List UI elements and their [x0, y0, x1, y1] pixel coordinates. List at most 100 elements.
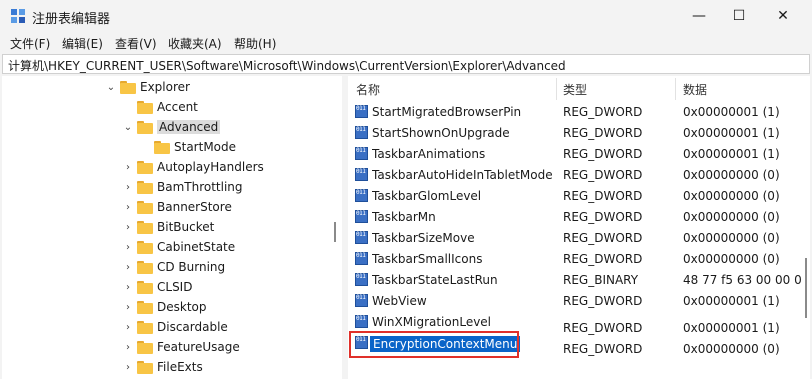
value-name: WebView	[372, 294, 427, 308]
value-type: REG_DWORD	[563, 342, 643, 356]
folder-icon	[137, 260, 153, 274]
tree-item-explorer[interactable]: ⌄ Explorer	[105, 77, 190, 97]
tree-item-bannerstore[interactable]: › BannerStore	[122, 197, 232, 217]
chevron-right-icon[interactable]: ›	[122, 262, 134, 273]
chevron-right-icon[interactable]: ›	[122, 242, 134, 253]
tree-item-label: Desktop	[157, 300, 207, 314]
value-data: 0x00000001 (1)	[683, 126, 780, 140]
chevron-right-icon[interactable]: ›	[122, 282, 134, 293]
folder-icon	[137, 180, 153, 194]
tree-scrollbar[interactable]	[331, 76, 339, 379]
table-row[interactable]: WinXMigrationLevel REG_DWORD 0x00000001 …	[348, 312, 810, 335]
column-separator[interactable]	[675, 78, 676, 100]
table-row[interactable]: TaskbarMn REG_DWORD 0x00000000 (0)	[348, 207, 810, 228]
chevron-right-icon[interactable]: ›	[122, 322, 134, 333]
value-data: 0x00000000 (0)	[683, 252, 780, 266]
tree-item-fileexts[interactable]: › FileExts	[122, 357, 203, 377]
reg-dword-icon	[355, 210, 368, 223]
tree-item-bitbucket[interactable]: › BitBucket	[122, 217, 214, 237]
tree-item-accent[interactable]: Accent	[122, 97, 198, 117]
value-data: 0x00000000 (0)	[683, 210, 780, 224]
menu-help[interactable]: 帮助(H)	[234, 35, 276, 52]
chevron-down-icon[interactable]: ⌄	[105, 82, 117, 93]
menu-view[interactable]: 查看(V)	[115, 35, 157, 52]
maximize-icon: ☐	[732, 8, 746, 24]
tree-item-label: AutoplayHandlers	[157, 160, 264, 174]
chevron-down-icon[interactable]: ⌄	[122, 122, 134, 133]
tree-item-startmode[interactable]: StartMode	[139, 137, 236, 157]
value-data: 0x00000000 (0)	[683, 168, 780, 182]
menu-file[interactable]: 文件(F)	[10, 35, 50, 52]
value-name: StartShownOnUpgrade	[372, 126, 510, 140]
value-type: REG_DWORD	[563, 294, 643, 308]
table-row[interactable]: StartMigratedBrowserPin REG_DWORD 0x0000…	[348, 102, 810, 123]
value-name: TaskbarAutoHideInTabletMode	[372, 168, 553, 182]
folder-icon	[120, 80, 136, 94]
column-header-name[interactable]: 名称	[356, 76, 380, 102]
list-scrollbar[interactable]	[802, 76, 810, 379]
menu-edit[interactable]: 编辑(E)	[62, 35, 103, 52]
key-tree[interactable]: ⌄ Explorer Accent ⌄ Advanced StartMode ›…	[2, 76, 342, 379]
value-name: WinXMigrationLevel	[372, 315, 492, 329]
tree-scrollbar-thumb[interactable]	[334, 222, 336, 242]
tree-item-clsid[interactable]: › CLSID	[122, 277, 192, 297]
value-data: 48 77 f5 63 00 00 0	[683, 273, 802, 287]
chevron-right-icon[interactable]: ›	[122, 362, 134, 373]
tree-item-desktop[interactable]: › Desktop	[122, 297, 207, 317]
tree-item-label: Accent	[157, 100, 198, 114]
tree-item-cd-burning[interactable]: › CD Burning	[122, 257, 225, 277]
value-name: TaskbarMn	[372, 210, 436, 224]
value-type: REG_DWORD	[563, 210, 643, 224]
chevron-right-icon[interactable]: ›	[122, 222, 134, 233]
maximize-button[interactable]: ☐	[716, 0, 762, 32]
tree-item-advanced[interactable]: ⌄ Advanced	[122, 117, 221, 137]
value-data: 0x00000001 (1)	[683, 105, 780, 119]
table-row[interactable]: TaskbarAutoHideInTabletMode REG_DWORD 0x…	[348, 165, 810, 186]
folder-icon	[154, 140, 170, 154]
table-row[interactable]: TaskbarAnimations REG_DWORD 0x00000001 (…	[348, 144, 810, 165]
highlight-box	[349, 331, 519, 358]
value-type: REG_DWORD	[563, 231, 643, 245]
tree-item-label: Explorer	[140, 80, 190, 94]
table-row[interactable]: StartShownOnUpgrade REG_DWORD 0x00000001…	[348, 123, 810, 144]
chevron-right-icon[interactable]: ›	[122, 202, 134, 213]
value-type: REG_DWORD	[563, 252, 643, 266]
menu-favorites[interactable]: 收藏夹(A)	[168, 35, 222, 52]
chevron-right-icon[interactable]: ›	[122, 302, 134, 313]
chevron-right-icon[interactable]: ›	[122, 182, 134, 193]
title-bar[interactable]: 注册表编辑器 — ☐ ✕	[0, 0, 812, 32]
tree-item-label: FileExts	[157, 360, 203, 374]
list-scrollbar-thumb[interactable]	[805, 258, 807, 318]
folder-icon	[137, 120, 153, 134]
table-row[interactable]: TaskbarSmallIcons REG_DWORD 0x00000000 (…	[348, 249, 810, 270]
table-row[interactable]: TaskbarGlomLevel REG_DWORD 0x00000000 (0…	[348, 186, 810, 207]
folder-icon	[137, 220, 153, 234]
reg-dword-icon	[355, 147, 368, 160]
chevron-right-icon[interactable]: ›	[122, 162, 134, 173]
table-row[interactable]: WebView REG_DWORD 0x00000001 (1)	[348, 291, 810, 312]
tree-item-autoplayhandlers[interactable]: › AutoplayHandlers	[122, 157, 264, 177]
table-row[interactable]: TaskbarSizeMove REG_DWORD 0x00000000 (0)	[348, 228, 810, 249]
column-header-type[interactable]: 类型	[563, 76, 587, 102]
close-button[interactable]: ✕	[760, 0, 806, 32]
address-bar[interactable]: 计算机\HKEY_CURRENT_USER\Software\Microsoft…	[2, 54, 810, 74]
reg-dword-icon	[355, 231, 368, 244]
tree-item-featureusage[interactable]: › FeatureUsage	[122, 337, 240, 357]
table-row[interactable]: TaskbarStateLastRun REG_BINARY 48 77 f5 …	[348, 270, 810, 291]
reg-dword-icon	[355, 126, 368, 139]
tree-item-label: BamThrottling	[157, 180, 243, 194]
tree-item-cabinetstate[interactable]: › CabinetState	[122, 237, 235, 257]
folder-icon	[137, 300, 153, 314]
tree-item-discardable[interactable]: › Discardable	[122, 317, 228, 337]
column-header-data[interactable]: 数据	[683, 76, 707, 102]
chevron-right-icon[interactable]: ›	[122, 342, 134, 353]
column-separator[interactable]	[556, 78, 557, 100]
menu-bar: 文件(F) 编辑(E) 查看(V) 收藏夹(A) 帮助(H)	[0, 32, 812, 54]
folder-icon	[137, 160, 153, 174]
value-name: TaskbarStateLastRun	[372, 273, 498, 287]
tree-item-bamthrottling[interactable]: › BamThrottling	[122, 177, 243, 197]
value-type: REG_DWORD	[563, 168, 643, 182]
value-type: REG_DWORD	[563, 126, 643, 140]
value-name: TaskbarGlomLevel	[372, 189, 482, 203]
address-path[interactable]: 计算机\HKEY_CURRENT_USER\Software\Microsoft…	[8, 57, 566, 74]
